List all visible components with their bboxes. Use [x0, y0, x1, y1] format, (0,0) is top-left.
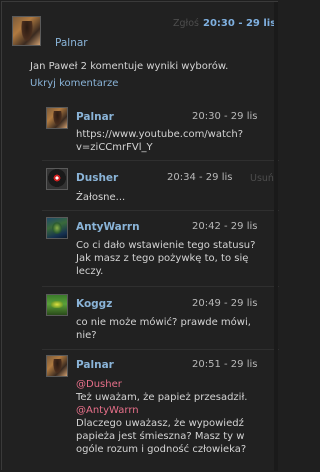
- comment-text: @Dusher Też uważam, że papież przesadził…: [76, 378, 247, 456]
- comment-link-line[interactable]: https://www.youtube.com/watch?: [76, 128, 243, 141]
- comment-link-line[interactable]: v=ziCCmrFVl_Y: [76, 141, 243, 154]
- comment-line: co nie może mówić? prawde mówi,: [76, 317, 251, 328]
- post-timestamp[interactable]: 20:30 - 29 lis: [203, 18, 276, 29]
- avatar-palnar[interactable]: [46, 355, 68, 377]
- comment-timestamp[interactable]: 20:49 - 29 lis: [192, 298, 257, 309]
- comment-line: Dlaczego uważasz, że wypowiedź: [76, 418, 244, 429]
- avatar-dusher[interactable]: [46, 168, 68, 190]
- avatar-palnar[interactable]: [12, 16, 41, 46]
- comment-line: Jak masz z tego pożywkę to, to się: [76, 253, 249, 264]
- avatar-antywarrn[interactable]: [46, 217, 68, 239]
- comment-timestamp[interactable]: 20:42 - 29 lis: [192, 221, 257, 232]
- comment-author[interactable]: Koggz: [76, 298, 112, 310]
- comment-line: papieża jest śmieszna? Masz ty w: [76, 431, 245, 442]
- scrollbar[interactable]: [274, 2, 278, 471]
- comment-text: Co ci dało wstawienie tego statusu? Jak …: [76, 239, 255, 278]
- post-author[interactable]: Palnar: [55, 37, 88, 49]
- comment-author[interactable]: Dusher: [76, 172, 118, 184]
- comment-author[interactable]: AntyWarrn: [76, 221, 140, 233]
- comment-line: nie?: [76, 330, 97, 341]
- avatar-palnar[interactable]: [46, 107, 68, 129]
- comment-timestamp[interactable]: 20:34 - 29 lis: [167, 172, 232, 183]
- comment-author[interactable]: Palnar: [76, 359, 114, 371]
- comment-thread: Zgłoś 20:30 - 29 lis Palnar Jan Paweł 2 …: [1, 1, 279, 471]
- comment-divider: [42, 286, 279, 287]
- mention-dusher[interactable]: @Dusher: [76, 378, 247, 391]
- comment-line: leczy.: [76, 266, 104, 277]
- comment-author[interactable]: Palnar: [76, 111, 114, 123]
- comment-text: co nie może mówić? prawde mówi, nie?: [76, 316, 251, 342]
- delete-link[interactable]: Usuń: [250, 173, 274, 184]
- comment-divider: [42, 349, 279, 350]
- comment-divider: [42, 160, 279, 161]
- post-text: Jan Paweł 2 komentuje wyniki wyborów.: [30, 61, 229, 72]
- comment-line: Co ci dało wstawienie tego statusu?: [76, 240, 256, 251]
- comment-timestamp[interactable]: 20:51 - 29 lis: [192, 359, 257, 370]
- mention-antywarrn[interactable]: @AntyWarrn: [76, 404, 247, 417]
- comment-text: https://www.youtube.com/watch? v=ziCCmrF…: [76, 128, 243, 154]
- report-link[interactable]: Zgłoś: [173, 18, 199, 29]
- comment-line: Też uważam, że papież przesadził.: [76, 392, 248, 403]
- avatar-koggz[interactable]: [46, 294, 68, 316]
- comment-divider: [42, 210, 279, 211]
- hide-comments-link[interactable]: Ukryj komentarze: [30, 78, 118, 89]
- comment-timestamp[interactable]: 20:30 - 29 lis: [192, 111, 257, 122]
- comment-line: ogóle rozum i godność człowieka?: [76, 444, 247, 455]
- comment-text: Żałosne...: [76, 192, 126, 203]
